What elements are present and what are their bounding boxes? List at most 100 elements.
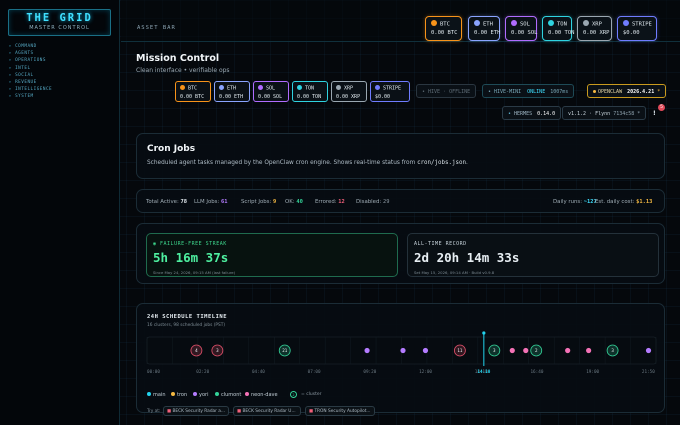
sidebar-nav: ▸ COMMAND ▸ AGENTS ▸ OPERATIONS ▸ INTEL ▸ SOCIAL ▸… (0, 44, 119, 102)
legend-dot-icon (193, 392, 197, 396)
flynn-version-badge[interactable]: v1.1.2 · Flynn 7134c58 * (562, 106, 647, 120)
cluster-legend-icon: 2 (290, 391, 297, 398)
page-subtitle: Clean interface • verifiable ops (136, 67, 230, 74)
timeline-tick-label: 19:00 (586, 369, 599, 375)
asset-ticker-sol[interactable]: SOL 0.00 SOL (505, 16, 538, 41)
mission-ticker-btc[interactable]: BTC 0.00 BTC (175, 81, 211, 102)
notification-icon[interactable]: ! (653, 110, 656, 117)
xrp-icon (336, 85, 341, 90)
flynn-update-mark: * (637, 111, 641, 117)
page-title: Mission Control (136, 53, 220, 64)
mission-ticker-sol[interactable]: SOL 0.00 SOL (253, 81, 289, 102)
chevron-right-icon: ▸ (9, 79, 13, 85)
sidebar-item-system[interactable]: ▸ SYSTEM (9, 94, 119, 101)
asset-bar-label: ASSET BAR (137, 25, 176, 31)
ethereum-icon (474, 20, 480, 26)
stat-total-active: Total Active: 78 (146, 199, 188, 205)
solana-icon (258, 85, 263, 90)
timeline-tick-label: 04:40 (252, 369, 265, 375)
logo[interactable]: THE GRID MASTER CONTROL (8, 9, 111, 36)
ticker-value: 0.00 SOL (511, 29, 538, 36)
cluster-legend-label: = cluster (301, 392, 322, 397)
schedule-timeline-card: 24H SCHEDULE TIMELINE 16 clusters, 98 sc… (136, 303, 666, 416)
mission-ticker-stripe[interactable]: STRIPE $0.00 (370, 81, 410, 102)
ticker-symbol: TON (305, 85, 315, 92)
stat-disabled: Disabled: 29 (356, 199, 390, 205)
timeline-tick-label: 02:20 (196, 369, 209, 375)
timeline-job-dot[interactable] (400, 347, 406, 354)
ticker-symbol: ETH (483, 21, 493, 28)
streak-label: ◉ FAILURE-FREE STREAK (153, 241, 227, 247)
timeline-job-dot[interactable] (509, 347, 515, 354)
logo-subtitle: MASTER CONTROL (29, 25, 90, 31)
mission-ticker-ton[interactable]: TON 0.00 TON (292, 81, 328, 102)
stripe-icon (623, 20, 629, 26)
ticker-symbol: ETH (227, 85, 237, 92)
openclaw-badge[interactable]: OPENCLAW 2026.4.21 * (587, 84, 667, 98)
timeline-chart[interactable]: 00:00 02:20 04:40 07:00 09:20 12:00 14:10 16:40… (137, 304, 666, 390)
openclaw-version: 2026.4.21 (627, 89, 655, 95)
asset-ticker-ton[interactable]: TON 0.00 TON (542, 16, 575, 41)
job-chip[interactable]: ■ BECK Security Radar U... (233, 406, 301, 416)
timeline-job-dot[interactable] (586, 347, 592, 354)
status-dot-icon (593, 89, 596, 93)
hive-mini-badge[interactable]: • HIVE-MINI ONLINE 1007ms (482, 84, 575, 98)
ticker-symbol: TON (557, 21, 567, 28)
hive-mini-ping: 1007ms (550, 89, 569, 95)
solana-icon (511, 20, 517, 26)
cron-jobs-card: Cron Jobs Scheduled agent tasks managed … (136, 133, 665, 179)
ticker-value: 0.00 SOL (258, 93, 283, 100)
ton-icon (548, 20, 554, 26)
cron-jobs-title: Cron Jobs (147, 144, 196, 154)
stat-daily-cost: Est. daily cost: $1.13 (595, 199, 653, 205)
job-chip[interactable]: ■ TRON Security Autopilot... (305, 406, 375, 416)
sidebar-item-intel[interactable]: ▸ INTEL (9, 66, 119, 73)
main-content: Mission Control Clean interface • verifi… (121, 42, 680, 425)
now-marker-dot (482, 331, 486, 335)
mission-ticker-eth[interactable]: ETH 0.00 ETH (214, 81, 250, 102)
failure-free-streak-panel: ◉ FAILURE-FREE STREAK 5h 16m 37s Since M… (146, 233, 398, 277)
sidebar-item-social[interactable]: ▸ SOCIAL (9, 73, 119, 80)
streak-value: 5h 16m 37s (153, 250, 229, 265)
streak-card: ◉ FAILURE-FREE STREAK 5h 16m 37s Since M… (136, 223, 665, 284)
legend-dot-icon (147, 392, 151, 396)
timeline-job-dot[interactable] (523, 347, 529, 354)
timeline-job-dot[interactable] (565, 347, 571, 354)
cron-jobs-description: Scheduled agent tasks managed by the Ope… (147, 160, 468, 166)
job-chip[interactable]: ■ BECK Security Radar a... (163, 406, 229, 416)
hive-mini-status: ONLINE (527, 89, 546, 95)
legend-tron: tron (171, 392, 187, 398)
timeline-job-dot[interactable] (422, 347, 429, 354)
timeline-job-dot[interactable] (645, 347, 652, 354)
asset-ticker-stripe[interactable]: STRIPE $0.00 (617, 16, 657, 41)
mission-ticker-xrp[interactable]: XRP 0.00 XRP (331, 81, 367, 102)
record-value: 2d 20h 14m 33s (414, 250, 520, 265)
cron-jobs-path: cron/jobs.json (417, 160, 466, 166)
legend-neon-dave: neon-dave (245, 392, 278, 398)
ticker-symbol: BTC (440, 21, 450, 28)
ton-icon (297, 85, 302, 90)
sidebar-item-operations[interactable]: ▸ OPERATIONS (9, 58, 119, 65)
asset-ticker-xrp[interactable]: XRP 0.00 XRP (577, 16, 612, 41)
all-time-record-panel: ALL-TIME RECORD 2d 20h 14m 33s Set May 1… (407, 233, 659, 277)
flynn-label: Flynn (595, 111, 611, 117)
timeline-tick-label: 21:50 (642, 369, 655, 375)
ticker-value: 0.00 TON (548, 29, 575, 36)
notification-count-badge: 5 (658, 104, 665, 111)
chevron-right-icon: ▸ (9, 65, 13, 71)
timeline-cluster-count: 21 (282, 348, 288, 353)
chevron-right-icon: ▸ (9, 51, 13, 57)
asset-ticker-btc[interactable]: BTC 0.00 BTC (425, 16, 462, 41)
legend-main: main (147, 392, 166, 398)
openclaw-update-mark: * (657, 89, 661, 95)
ticker-symbol: STRIPE (383, 85, 402, 92)
flynn-separator: · (589, 111, 593, 117)
stat-script-jobs: Script Jobs: 9 (241, 199, 277, 205)
ticker-value: 0.00 BTC (180, 93, 205, 100)
hermes-badge[interactable]: • HERMES 0.14.0 (502, 106, 562, 120)
timeline-job-dot[interactable] (364, 347, 370, 354)
logo-title: THE GRID (26, 12, 93, 24)
hive-offline-badge[interactable]: • HIVE · OFFLINE (416, 84, 477, 98)
asset-ticker-eth[interactable]: ETH 0.00 ETH (468, 16, 501, 41)
xrp-icon (583, 20, 589, 26)
